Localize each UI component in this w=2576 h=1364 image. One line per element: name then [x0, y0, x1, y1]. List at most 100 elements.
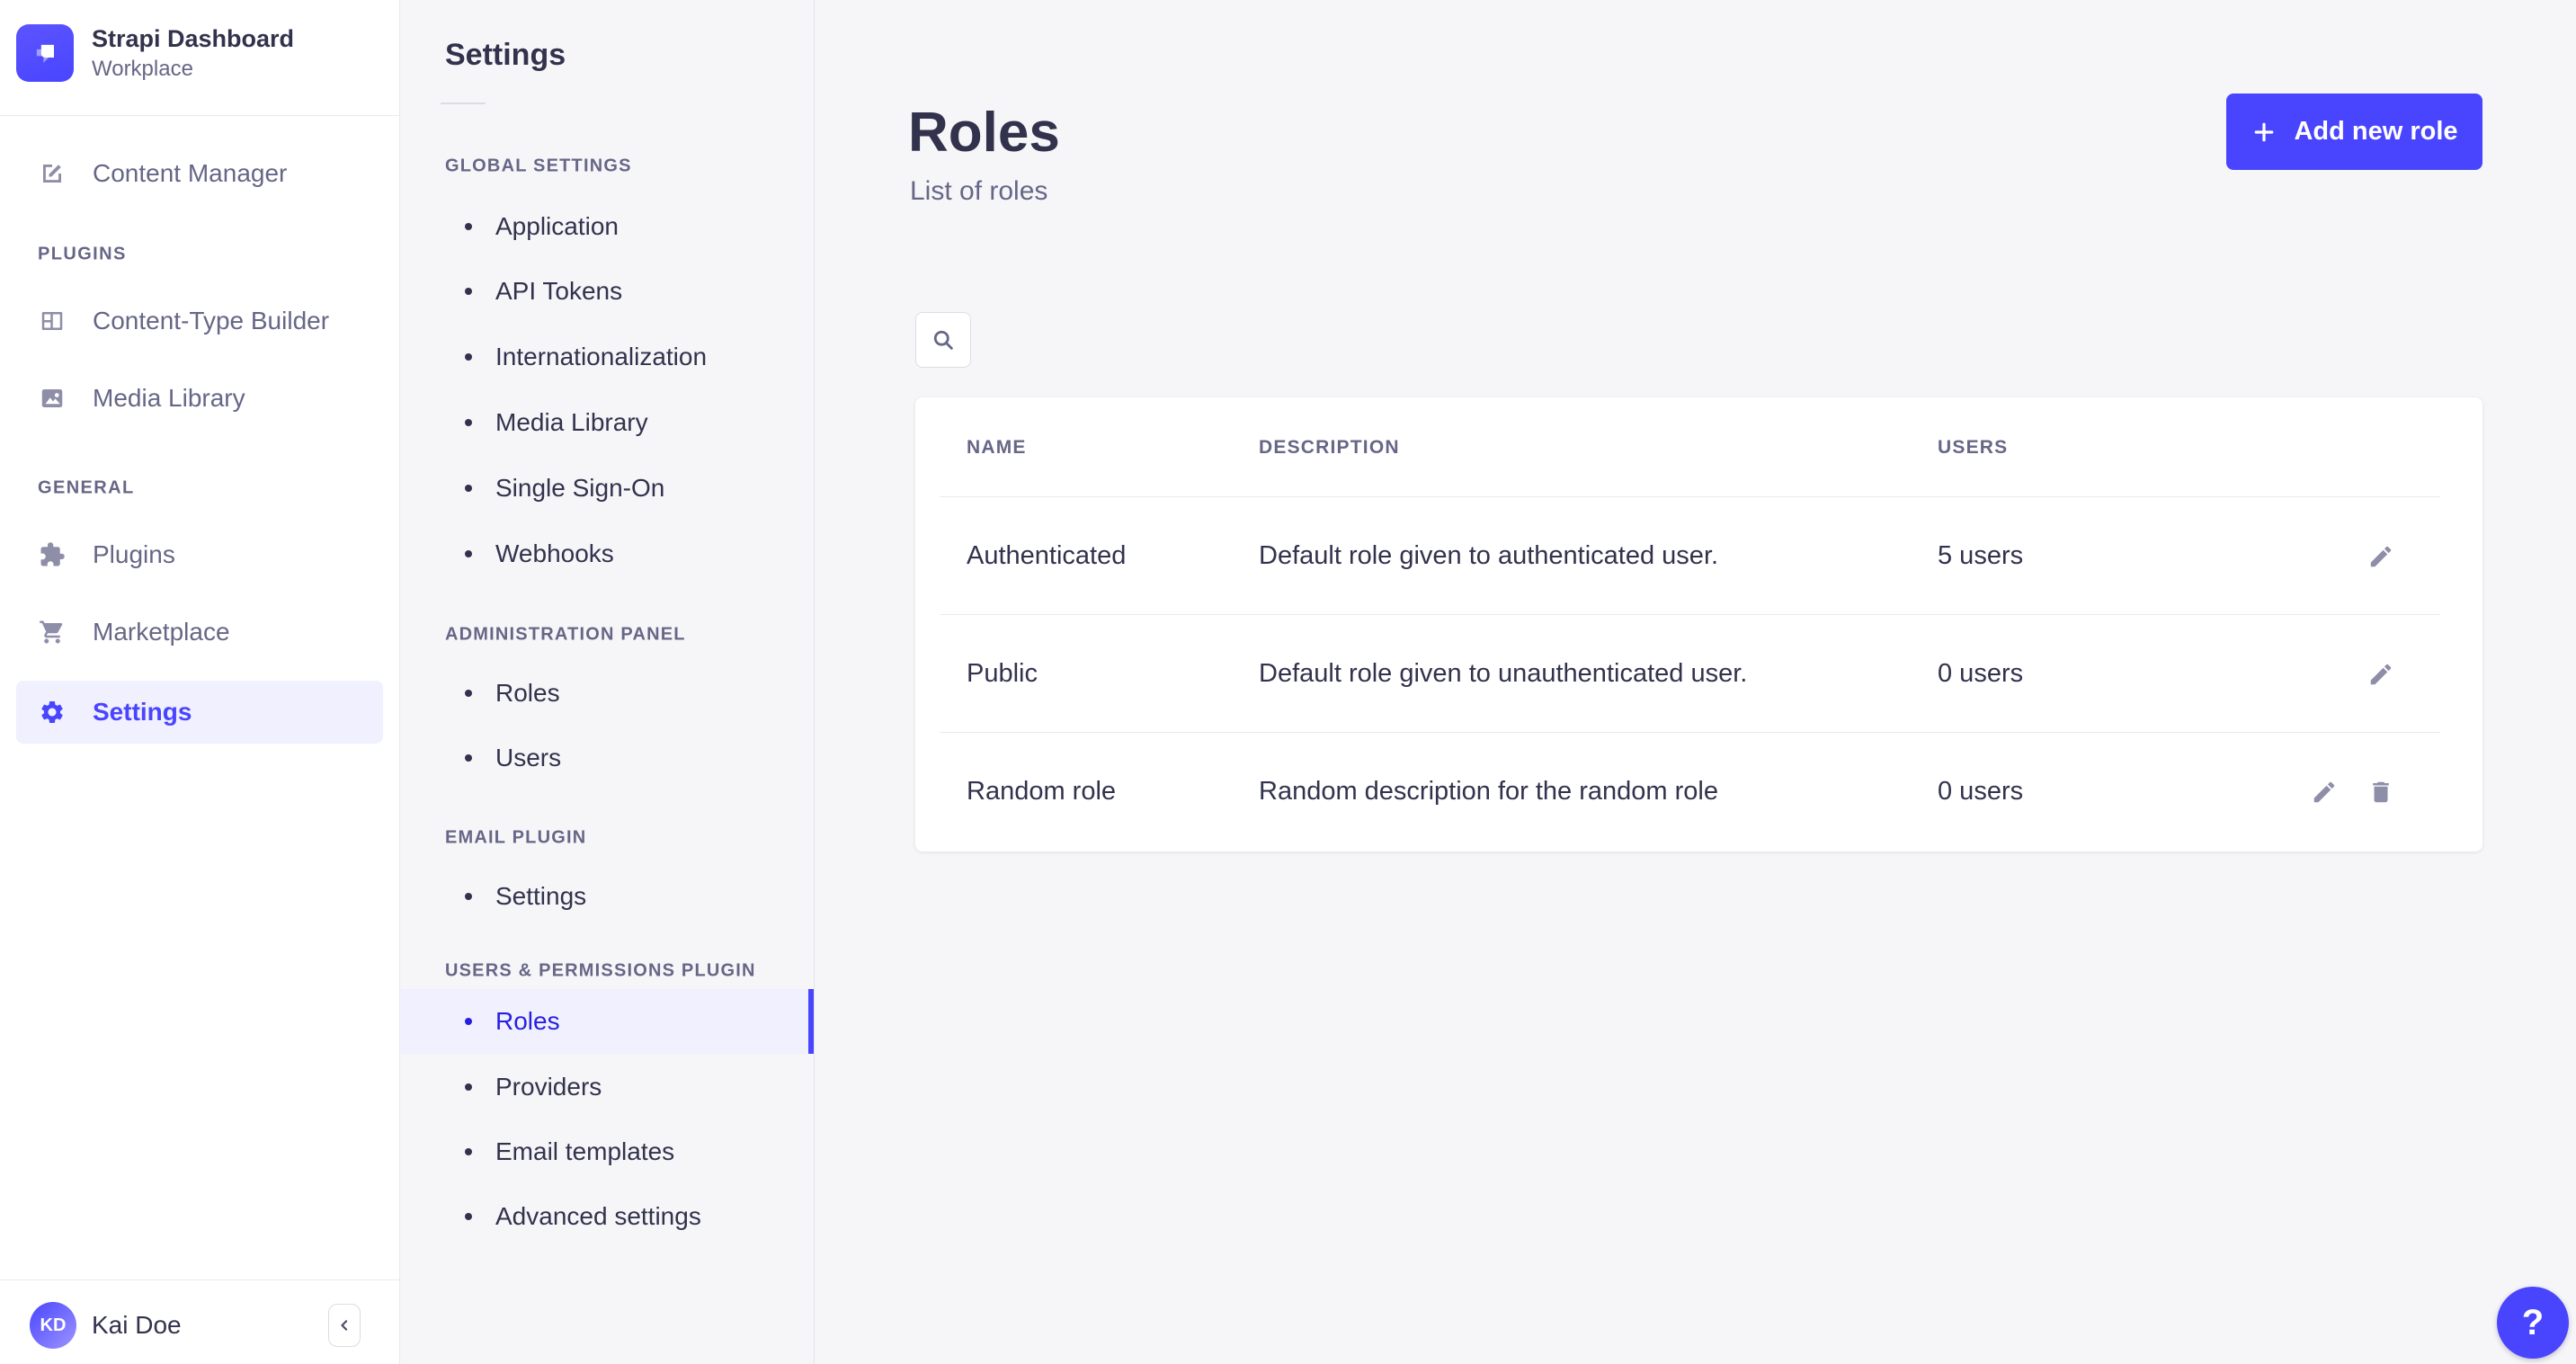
subnav-item-email-templates[interactable]: Email templates: [400, 1123, 814, 1181]
subnav-item-api-tokens[interactable]: API Tokens: [400, 263, 814, 320]
subnav-item-label: Users: [495, 744, 561, 772]
layout-icon: [39, 308, 66, 334]
column-header-name: NAME: [967, 437, 1259, 459]
bullet-icon: [465, 485, 472, 492]
subnav-item-internationalization[interactable]: Internationalization: [400, 328, 814, 386]
table-row-authenticated[interactable]: Authenticated Default role given to auth…: [915, 497, 2482, 615]
sidebar-item-content-manager[interactable]: Content Manager: [16, 144, 383, 203]
table-header-row: NAME DESCRIPTION USERS: [915, 397, 2482, 497]
settings-subnav: Settings GLOBAL SETTINGS Application API…: [400, 0, 815, 1364]
subnav-item-label: Roles: [495, 679, 560, 708]
subnav-item-webhooks[interactable]: Webhooks: [400, 525, 814, 583]
role-description: Random description for the random role: [1259, 777, 1938, 807]
sidebar-item-label: Media Library: [93, 384, 245, 413]
avatar[interactable]: KD: [30, 1302, 76, 1349]
bullet-icon: [465, 288, 472, 295]
subnav-title: Settings: [445, 38, 566, 73]
table-row-random-role[interactable]: Random role Random description for the r…: [915, 733, 2482, 851]
page-title: Roles: [908, 101, 1060, 165]
edit-role-button[interactable]: [2367, 543, 2394, 570]
column-header-users: USERS: [1938, 437, 2213, 459]
trash-icon: [2367, 779, 2394, 806]
plus-icon: [2251, 119, 2277, 146]
subnav-item-label: Providers: [495, 1073, 602, 1101]
main-content: Roles List of roles Add new role NAME DE…: [815, 0, 2576, 1364]
sidebar-item-settings[interactable]: Settings: [16, 681, 383, 744]
role-users-count: 5 users: [1938, 541, 2213, 571]
role-users-count: 0 users: [1938, 777, 2213, 807]
cart-icon: [39, 619, 66, 646]
row-actions: [2213, 779, 2482, 806]
sidebar-item-label: Content Manager: [93, 159, 287, 188]
subnav-item-label: Email templates: [495, 1137, 674, 1166]
collapse-sidebar-button[interactable]: [328, 1304, 361, 1347]
bullet-icon: [465, 353, 472, 361]
row-actions: [2213, 543, 2482, 570]
subnav-item-up-roles[interactable]: Roles: [400, 989, 814, 1054]
subnav-item-application[interactable]: Application: [400, 198, 814, 255]
bullet-icon: [465, 1018, 472, 1025]
subnav-item-label: Application: [495, 212, 619, 241]
subnav-section-users-permissions-plugin: USERS & PERMISSIONS PLUGIN: [445, 961, 756, 982]
sidebar-item-media-library[interactable]: Media Library: [16, 369, 383, 428]
main-sidebar: Strapi Dashboard Workplace Content Manag…: [0, 0, 400, 1364]
search-icon: [931, 327, 956, 352]
help-button[interactable]: ?: [2497, 1287, 2569, 1359]
subnav-item-email-settings[interactable]: Settings: [400, 868, 814, 925]
gear-icon: [39, 699, 66, 726]
column-header-description: DESCRIPTION: [1259, 437, 1938, 459]
role-description: Default role given to authenticated user…: [1259, 541, 1938, 571]
sidebar-item-label: Content-Type Builder: [93, 307, 329, 335]
subnav-item-label: Webhooks: [495, 539, 614, 568]
bullet-icon: [465, 754, 472, 762]
workspace-switcher[interactable]: Strapi Dashboard Workplace: [16, 23, 294, 83]
role-description: Default role given to unauthenticated us…: [1259, 659, 1938, 689]
role-name: Public: [967, 659, 1259, 689]
sidebar-section-plugins: PLUGINS: [38, 245, 127, 265]
subnav-item-single-sign-on[interactable]: Single Sign-On: [400, 459, 814, 517]
subnav-item-label: Single Sign-On: [495, 474, 664, 503]
role-name: Authenticated: [967, 541, 1259, 571]
bullet-icon: [465, 1083, 472, 1091]
user-footer: KD Kai Doe: [0, 1280, 399, 1364]
subnav-item-label: Settings: [495, 882, 586, 911]
subnav-item-admin-roles[interactable]: Roles: [400, 664, 814, 722]
chevron-left-icon: [335, 1316, 353, 1334]
subnav-item-label: Media Library: [495, 408, 648, 437]
sidebar-section-general: GENERAL: [38, 478, 135, 499]
subnav-item-label: Roles: [495, 1007, 560, 1036]
subnav-item-providers[interactable]: Providers: [400, 1058, 814, 1116]
subnav-section-administration-panel: ADMINISTRATION PANEL: [445, 625, 686, 646]
subnav-item-media-library[interactable]: Media Library: [400, 394, 814, 451]
delete-role-button[interactable]: [2367, 779, 2394, 806]
puzzle-icon: [39, 541, 66, 568]
bullet-icon: [465, 223, 472, 230]
edit-role-button[interactable]: [2367, 661, 2394, 688]
subnav-section-email-plugin: EMAIL PLUGIN: [445, 828, 586, 849]
question-mark-icon: ?: [2522, 1303, 2544, 1343]
app-title: Strapi Dashboard: [92, 23, 294, 55]
subnav-section-global-settings: GLOBAL SETTINGS: [445, 156, 632, 177]
sidebar-item-content-type-builder[interactable]: Content-Type Builder: [16, 291, 383, 351]
bullet-icon: [465, 550, 472, 557]
bullet-icon: [465, 690, 472, 697]
table-row-public[interactable]: Public Default role given to unauthentic…: [915, 615, 2482, 733]
divider: [441, 103, 486, 104]
subnav-item-admin-users[interactable]: Users: [400, 729, 814, 787]
pen-icon: [39, 160, 66, 187]
pencil-icon: [2367, 661, 2394, 688]
sidebar-item-marketplace[interactable]: Marketplace: [16, 602, 383, 662]
picture-icon: [39, 385, 66, 412]
add-new-role-button[interactable]: Add new role: [2226, 94, 2482, 170]
search-button[interactable]: [915, 312, 971, 368]
divider: [0, 115, 399, 116]
bullet-icon: [465, 1213, 472, 1220]
sidebar-item-plugins[interactable]: Plugins: [16, 525, 383, 584]
workspace-name: Workplace: [92, 55, 294, 83]
page-subtitle: List of roles: [910, 176, 1047, 207]
subnav-item-advanced-settings[interactable]: Advanced settings: [400, 1188, 814, 1245]
sidebar-item-label: Settings: [93, 698, 192, 727]
user-name[interactable]: Kai Doe: [92, 1311, 182, 1340]
role-users-count: 0 users: [1938, 659, 2213, 689]
edit-role-button[interactable]: [2311, 779, 2338, 806]
